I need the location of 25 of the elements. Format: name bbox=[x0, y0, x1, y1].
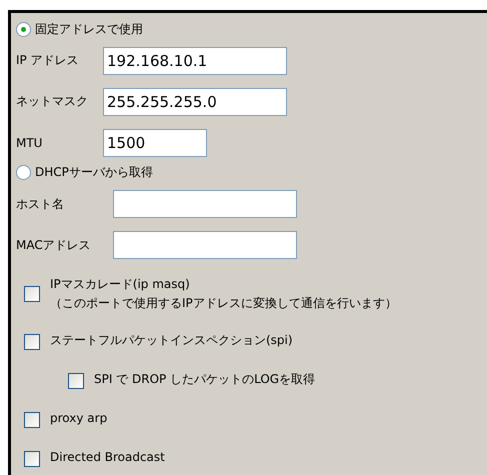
checkbox[interactable] bbox=[24, 451, 40, 467]
option-label: Directed Broadcast bbox=[50, 449, 165, 466]
option-label: proxy arp bbox=[50, 410, 108, 427]
radio-label: DHCPサーバから取得 bbox=[35, 164, 153, 182]
input-field[interactable] bbox=[113, 190, 297, 218]
option-label: （このポートで使用するIPアドレスに変換して通信を行います） bbox=[50, 295, 397, 312]
option-label: ステートフルパケットインスペクション(spi) bbox=[50, 332, 293, 349]
option-label: SPI で DROP したパケットのLOGを取得 bbox=[94, 371, 316, 388]
radio-button[interactable] bbox=[16, 165, 31, 180]
option-label: IPマスカレード(ip masq) bbox=[50, 276, 191, 293]
input-field[interactable]: 255.255.255.0 bbox=[103, 88, 287, 116]
checkbox[interactable] bbox=[24, 334, 40, 350]
checkbox[interactable] bbox=[68, 373, 84, 389]
input-field[interactable]: 192.168.10.1 bbox=[103, 46, 287, 74]
field-label: ネットマスク bbox=[16, 93, 89, 110]
field-label: MTU bbox=[16, 136, 44, 150]
field-label: ホスト名 bbox=[16, 196, 65, 212]
field-label: MACアドレス bbox=[16, 236, 92, 254]
input-field[interactable]: 1500 bbox=[103, 128, 207, 156]
input-field[interactable] bbox=[113, 231, 297, 259]
radio-button[interactable] bbox=[16, 22, 31, 37]
field-label: IP アドレス bbox=[16, 52, 80, 69]
checkbox[interactable] bbox=[24, 286, 40, 302]
radio-label: 固定アドレスで使用 bbox=[35, 20, 143, 38]
checkbox[interactable] bbox=[24, 412, 40, 428]
